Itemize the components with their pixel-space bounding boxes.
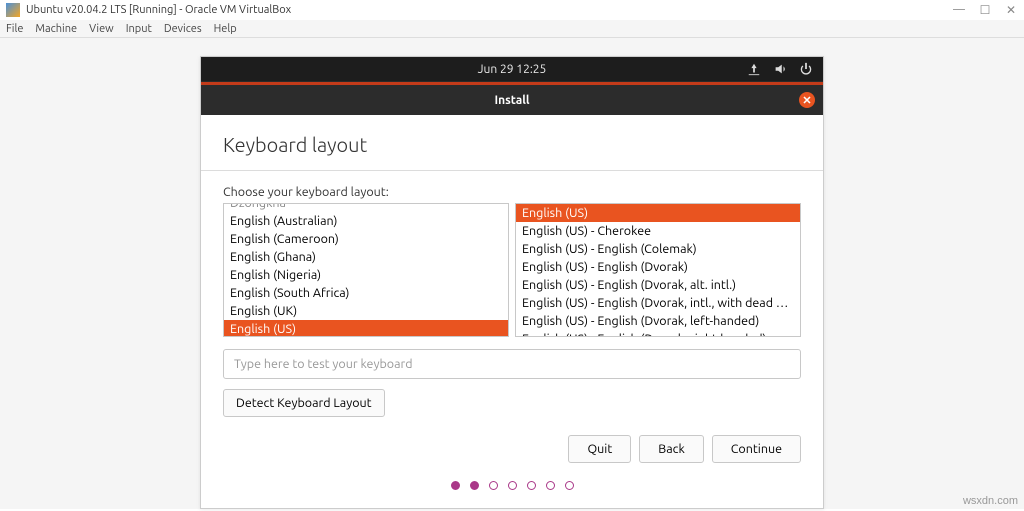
network-icon bbox=[747, 62, 761, 76]
keyboard-lists: Dzongkha English (Australian) English (C… bbox=[223, 203, 801, 337]
menu-machine[interactable]: Machine bbox=[35, 23, 77, 35]
layout-variant-list[interactable]: English (US) English (US) - Cherokee Eng… bbox=[515, 203, 801, 337]
vbox-window-controls: — ☐ ✕ bbox=[952, 3, 1018, 17]
menu-devices[interactable]: Devices bbox=[164, 23, 202, 35]
list-item[interactable]: English (US) - Cherokee bbox=[516, 222, 800, 240]
list-item-selected[interactable]: English (US) bbox=[224, 320, 508, 337]
close-icon[interactable]: ✕ bbox=[1004, 3, 1018, 17]
continue-button[interactable]: Continue bbox=[712, 435, 801, 463]
list-item[interactable]: English (Australian) bbox=[224, 212, 508, 230]
list-item[interactable]: English (South Africa) bbox=[224, 284, 508, 302]
list-item[interactable]: English (UK) bbox=[224, 302, 508, 320]
list-item[interactable]: English (Nigeria) bbox=[224, 266, 508, 284]
list-item[interactable]: English (US) - English (Colemak) bbox=[516, 240, 800, 258]
nav-buttons: Quit Back Continue bbox=[223, 435, 801, 463]
vbox-titlebar: Ubuntu v20.04.2 LTS [Running] - Oracle V… bbox=[0, 0, 1024, 20]
divider bbox=[201, 170, 823, 171]
watermark: wsxdn.com bbox=[963, 495, 1018, 507]
progress-dot bbox=[565, 481, 574, 490]
detect-keyboard-button[interactable]: Detect Keyboard Layout bbox=[223, 389, 385, 417]
topbar-status-icons[interactable] bbox=[747, 62, 813, 76]
progress-dot bbox=[527, 481, 536, 490]
quit-button[interactable]: Quit bbox=[568, 435, 631, 463]
vbox-title: Ubuntu v20.04.2 LTS [Running] - Oracle V… bbox=[26, 4, 291, 16]
menu-file[interactable]: File bbox=[6, 23, 23, 35]
ubuntu-topbar: Jun 29 12:25 bbox=[201, 57, 823, 81]
menu-input[interactable]: Input bbox=[126, 23, 152, 35]
power-icon bbox=[799, 62, 813, 76]
sound-icon bbox=[773, 62, 787, 76]
progress-dot bbox=[451, 481, 460, 490]
list-item[interactable]: English (US) - English (Dvorak, intl., w… bbox=[516, 294, 800, 312]
menu-view[interactable]: View bbox=[89, 23, 114, 35]
vm-content-area: Jun 29 12:25 Install ✕ Keyboard layout C… bbox=[0, 38, 1024, 509]
layout-language-list[interactable]: Dzongkha English (Australian) English (C… bbox=[223, 203, 509, 337]
list-item[interactable]: Dzongkha bbox=[224, 203, 508, 212]
page-title: Keyboard layout bbox=[223, 133, 801, 156]
list-item[interactable]: English (US) - English (Dvorak) bbox=[516, 258, 800, 276]
list-item[interactable]: English (Cameroon) bbox=[224, 230, 508, 248]
installer-page: Keyboard layout Choose your keyboard lay… bbox=[201, 115, 823, 508]
list-item[interactable]: English (US) - English (Dvorak, alt. int… bbox=[516, 276, 800, 294]
install-header: Install ✕ bbox=[201, 85, 823, 115]
close-button[interactable]: ✕ bbox=[799, 92, 815, 108]
layout-prompt: Choose your keyboard layout: bbox=[223, 185, 801, 199]
progress-dot bbox=[508, 481, 517, 490]
progress-dot bbox=[546, 481, 555, 490]
keyboard-test-input[interactable] bbox=[223, 349, 801, 379]
list-item[interactable]: English (US) - English (Dvorak, left-han… bbox=[516, 312, 800, 330]
progress-dot bbox=[470, 481, 479, 490]
menu-help[interactable]: Help bbox=[214, 23, 237, 35]
ubuntu-installer-window: Jun 29 12:25 Install ✕ Keyboard layout C… bbox=[200, 56, 824, 509]
list-item[interactable]: English (US) - English (Dvorak, right-ha… bbox=[516, 330, 800, 337]
list-item-selected[interactable]: English (US) bbox=[516, 204, 800, 222]
vbox-app-icon bbox=[6, 3, 20, 17]
maximize-icon[interactable]: ☐ bbox=[978, 3, 992, 17]
topbar-datetime: Jun 29 12:25 bbox=[478, 63, 547, 76]
progress-dot bbox=[489, 481, 498, 490]
install-header-title: Install bbox=[494, 94, 529, 107]
progress-dots bbox=[223, 481, 801, 490]
minimize-icon[interactable]: — bbox=[952, 3, 966, 17]
back-button[interactable]: Back bbox=[639, 435, 704, 463]
vbox-menubar: File Machine View Input Devices Help bbox=[0, 20, 1024, 38]
list-item[interactable]: English (Ghana) bbox=[224, 248, 508, 266]
close-icon: ✕ bbox=[802, 94, 811, 107]
